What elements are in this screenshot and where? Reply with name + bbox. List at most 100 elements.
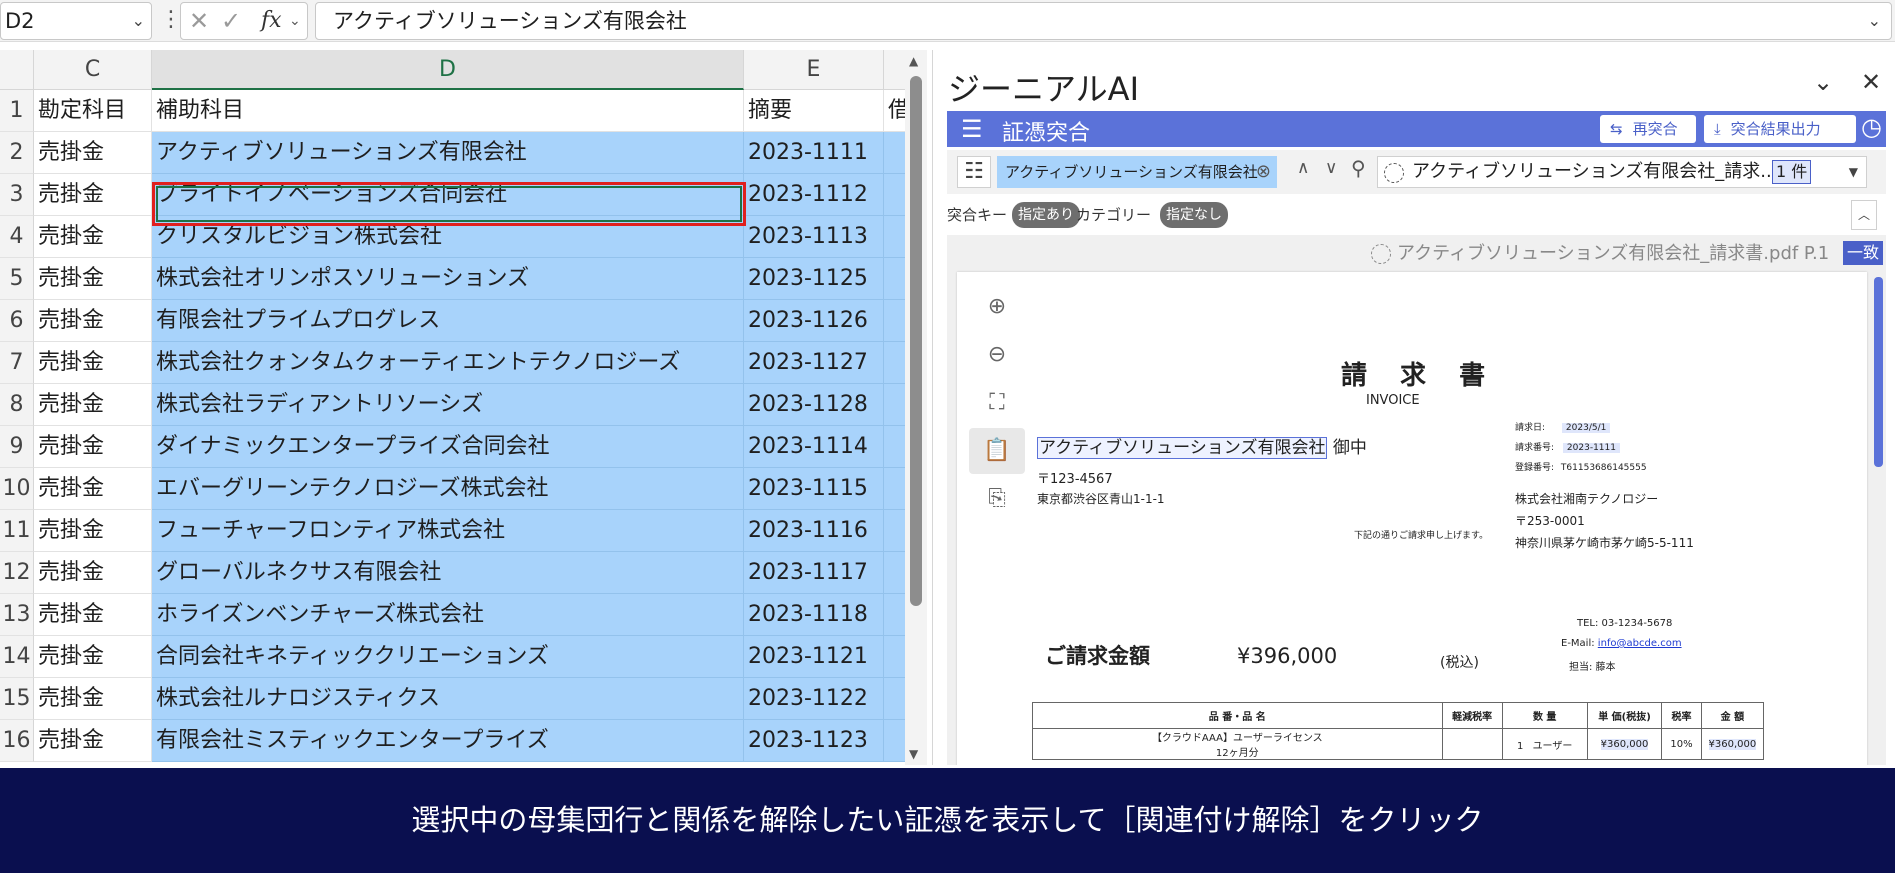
cell-debit[interactable]: [884, 636, 905, 678]
cell-account[interactable]: 売掛金: [34, 216, 152, 258]
function-icon[interactable]: fx: [261, 3, 282, 39]
cell-account[interactable]: 売掛金: [34, 426, 152, 468]
cell-account[interactable]: 売掛金: [34, 342, 152, 384]
cell-sub-account[interactable]: 株式会社ラディアントリソーシズ: [152, 384, 744, 426]
chevron-down-icon[interactable]: ▼: [1849, 157, 1858, 187]
cell-sub-account[interactable]: 株式会社オリンポスソリューションズ: [152, 258, 744, 300]
row-header[interactable]: 1: [0, 90, 34, 132]
cell-sub-account[interactable]: 株式会社クォンタムクォーティエントテクノロジーズ: [152, 342, 744, 384]
row-header[interactable]: 15: [0, 678, 34, 720]
more-vertical-icon[interactable]: ⋮: [160, 0, 182, 42]
name-box[interactable]: D2 ⌄: [0, 2, 152, 40]
cell-account[interactable]: 売掛金: [34, 510, 152, 552]
cell-debit[interactable]: [884, 174, 905, 216]
row-header[interactable]: 9: [0, 426, 34, 468]
cell-account[interactable]: 売掛金: [34, 468, 152, 510]
chevron-down-icon[interactable]: ⌄: [132, 3, 145, 39]
cell-description[interactable]: 2023-1117: [744, 552, 884, 594]
unlink-clipboard-icon[interactable]: ⎘: [969, 476, 1025, 522]
cell-debit[interactable]: [884, 720, 905, 762]
cell-sub-account[interactable]: 株式会社ルナロジスティクス: [152, 678, 744, 720]
row-header[interactable]: 3: [0, 174, 34, 216]
cell-debit[interactable]: [884, 426, 905, 468]
cell-debit[interactable]: [884, 510, 905, 552]
cell-account[interactable]: 売掛金: [34, 384, 152, 426]
scrollbar-thumb[interactable]: [1874, 277, 1883, 467]
cell-description[interactable]: 2023-1122: [744, 678, 884, 720]
column-header-c[interactable]: C: [34, 50, 152, 90]
column-header-d[interactable]: D: [152, 50, 744, 90]
rematch-button[interactable]: ⇆ 再突合: [1600, 115, 1696, 143]
cell-sub-account[interactable]: 有限会社ミスティックエンタープライズ: [152, 720, 744, 762]
filter-settings-icon[interactable]: ☷: [957, 156, 991, 188]
check-icon[interactable]: ✓: [221, 3, 241, 39]
row-header[interactable]: 16: [0, 720, 34, 762]
collapse-button[interactable]: ︿: [1851, 200, 1877, 230]
close-icon[interactable]: ✕: [1861, 68, 1881, 96]
cell-description[interactable]: 2023-1125: [744, 258, 884, 300]
row-header[interactable]: 6: [0, 300, 34, 342]
row-header[interactable]: 4: [0, 216, 34, 258]
row-header[interactable]: 7: [0, 342, 34, 384]
export-results-button[interactable]: ⤓ 突合結果出力: [1704, 115, 1856, 143]
row-header[interactable]: 12: [0, 552, 34, 594]
cell-sub-account[interactable]: フューチャーフロンティア株式会社: [152, 510, 744, 552]
cell-account[interactable]: 売掛金: [34, 552, 152, 594]
cell-debit[interactable]: [884, 384, 905, 426]
clear-icon[interactable]: ⊗: [1256, 156, 1271, 188]
cell-sub-account[interactable]: ダイナミックエンタープライズ合同会社: [152, 426, 744, 468]
cell-description[interactable]: 2023-1121: [744, 636, 884, 678]
cell-header-sub-account[interactable]: 補助科目: [152, 90, 744, 132]
viewer-scrollbar[interactable]: [1871, 267, 1886, 765]
cell-debit[interactable]: [884, 468, 905, 510]
cell-debit[interactable]: [884, 216, 905, 258]
cancel-icon[interactable]: ✕: [189, 3, 209, 39]
cell-header-debit[interactable]: 借: [884, 90, 905, 132]
cell-account[interactable]: 売掛金: [34, 300, 152, 342]
cell-description[interactable]: 2023-1123: [744, 720, 884, 762]
cell-description[interactable]: 2023-1127: [744, 342, 884, 384]
cell-debit[interactable]: [884, 342, 905, 384]
cell-description[interactable]: 2023-1116: [744, 510, 884, 552]
cell-sub-account[interactable]: 有限会社プライムプログレス: [152, 300, 744, 342]
chevron-down-icon[interactable]: ⌄: [289, 3, 301, 39]
cell-debit[interactable]: [884, 552, 905, 594]
scroll-down-icon[interactable]: ▼: [909, 747, 918, 761]
cell-sub-account[interactable]: グローバルネクサス有限会社: [152, 552, 744, 594]
cell-description[interactable]: 2023-1113: [744, 216, 884, 258]
cell-sub-account[interactable]: エバーグリーンテクノロジーズ株式会社: [152, 468, 744, 510]
cell-account[interactable]: 売掛金: [34, 174, 152, 216]
row-header[interactable]: 13: [0, 594, 34, 636]
match-key-chip[interactable]: 指定あり: [1012, 202, 1080, 228]
sheet-scrollbar[interactable]: ▲ ▼: [905, 50, 927, 765]
search-input[interactable]: アクティブソリューションズ有限会社 ⊗: [997, 156, 1277, 188]
column-header-e[interactable]: E: [744, 50, 884, 90]
cell-debit[interactable]: [884, 300, 905, 342]
row-header[interactable]: 2: [0, 132, 34, 174]
formula-input[interactable]: アクティブソリューションズ有限会社 ⌄: [315, 2, 1892, 40]
email-link[interactable]: info@abcde.com: [1598, 638, 1682, 649]
cell-description[interactable]: 2023-1114: [744, 426, 884, 468]
scroll-up-icon[interactable]: ▲: [909, 54, 918, 68]
row-header[interactable]: 14: [0, 636, 34, 678]
column-header-f[interactable]: [884, 50, 905, 90]
cell-debit[interactable]: [884, 132, 905, 174]
expand-formula-icon[interactable]: ⌄: [1868, 3, 1881, 39]
scrollbar-thumb[interactable]: [910, 76, 922, 606]
cell-description[interactable]: 2023-1115: [744, 468, 884, 510]
cell-account[interactable]: 売掛金: [34, 636, 152, 678]
cell-sub-account[interactable]: ホライズンベンチャーズ株式会社: [152, 594, 744, 636]
cell-header-account[interactable]: 勘定科目: [34, 90, 152, 132]
row-header[interactable]: 5: [0, 258, 34, 300]
search-icon[interactable]: ⚲: [1351, 156, 1366, 180]
cell-description[interactable]: 2023-1126: [744, 300, 884, 342]
cell-account[interactable]: 売掛金: [34, 258, 152, 300]
menu-icon[interactable]: ☰: [961, 115, 983, 143]
row-header[interactable]: 10: [0, 468, 34, 510]
cell-account[interactable]: 売掛金: [34, 132, 152, 174]
cell-header-description[interactable]: 摘要: [744, 90, 884, 132]
cell-sub-account[interactable]: アクティブソリューションズ有限会社: [152, 132, 744, 174]
cell-description[interactable]: 2023-1112: [744, 174, 884, 216]
cell-description[interactable]: 2023-1111: [744, 132, 884, 174]
cell-account[interactable]: 売掛金: [34, 678, 152, 720]
